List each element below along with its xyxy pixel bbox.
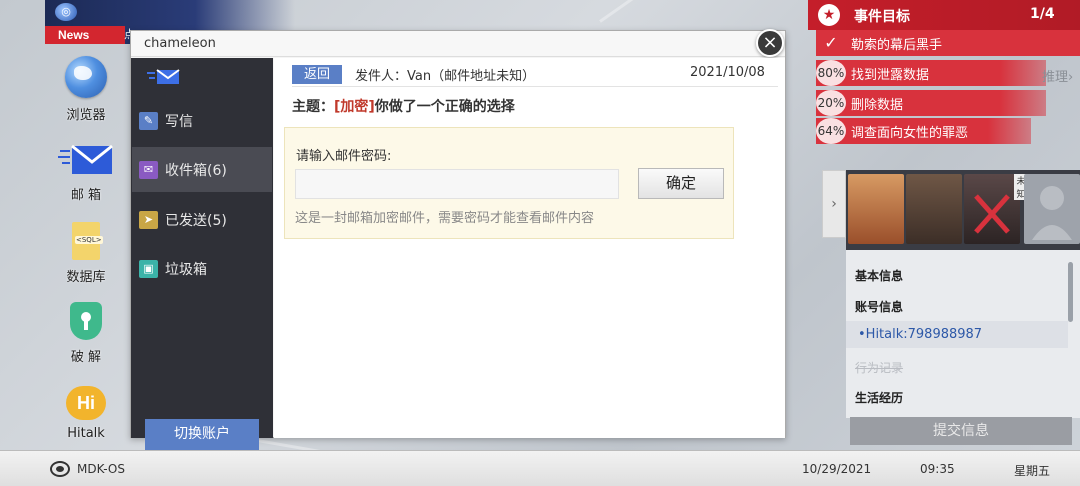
message-pane: 返回 发件人：Van（邮件地址未知） 2021/10/08 主题：[加密]你做了… <box>274 58 785 438</box>
profile-info-panel: 基本信息 账号信息 •Hitalk:798988987 行为记录 生活经历 <box>846 250 1080 418</box>
taskbar-weekday: 星期五 <box>1014 464 1051 478</box>
os-logo-icon[interactable] <box>50 461 70 477</box>
unknown-avatar-icon[interactable] <box>1024 174 1080 244</box>
password-input[interactable] <box>295 169 619 199</box>
objective-row[interactable]: 20% 删除数据 <box>816 90 1046 116</box>
taskbar: MDK-OS 10/29/2021 09:35 星期五 <box>0 450 1080 486</box>
message-sender: 发件人：Van（邮件地址未知） <box>355 69 536 84</box>
desktop-icon-hitalk[interactable]: Hi Hitalk <box>50 386 122 441</box>
objective-row[interactable]: 64% 调查面向女性的罪恶 <box>816 118 1031 144</box>
sidebar-item-sent[interactable]: ➤ 已发送(5) <box>132 197 272 242</box>
desktop-icon-label: Hitalk <box>67 426 105 441</box>
sidebar-item-label: 已发送(5) <box>165 213 227 229</box>
desktop-icon-crack[interactable]: 破 解 <box>50 302 122 365</box>
info-behavior: 行为记录 <box>855 361 904 375</box>
info-scrollbar[interactable] <box>1068 262 1073 322</box>
sidebar-item-label: 写信 <box>165 114 193 130</box>
taskbar-time: 09:35 <box>920 462 955 476</box>
sql-file-icon: <SQL> <box>72 222 103 260</box>
confirm-button[interactable]: 确定 <box>638 168 724 199</box>
switch-account-button[interactable]: 切换账户 <box>145 419 259 450</box>
message-subject: 主题：[加密]你做了一个正确的选择 <box>292 96 515 116</box>
check-icon: ✓ <box>824 33 838 52</box>
mission-panel: ★ 事件目标 1/4 ✓ 勒索的幕后黑手 80% 找到泄露数据 20% 删除数据… <box>808 0 1080 150</box>
mail-sidebar: ✎ 写信 ✉ 收件箱(6) ➤ 已发送(5) ▣ 垃圾箱 切换账户 <box>131 58 273 450</box>
desktop-icon-database[interactable]: <SQL> 数据库 <box>50 222 122 285</box>
desktop-icon-label: 邮 箱 <box>70 188 102 203</box>
mission-header: ★ 事件目标 1/4 <box>808 0 1080 30</box>
sidebar-item-inbox[interactable]: ✉ 收件箱(6) <box>132 147 272 192</box>
message-date: 2021/10/08 <box>690 65 765 80</box>
objective-progress: 20% <box>816 90 846 116</box>
star-icon: ★ <box>818 4 840 26</box>
mail-logo-icon <box>145 68 181 86</box>
window-title: chameleon <box>144 36 216 51</box>
os-name: MDK-OS <box>77 462 125 476</box>
objective-text: 调查面向女性的罪恶 <box>851 126 969 141</box>
expand-panel-button[interactable]: › <box>822 170 846 238</box>
desktop-icon-mail[interactable]: 邮 箱 <box>50 142 122 203</box>
sent-icon: ➤ <box>139 211 158 229</box>
news-label[interactable]: News <box>45 26 125 44</box>
objective-progress: 80% <box>816 60 846 86</box>
sidebar-item-label: 收件箱(6) <box>165 163 227 179</box>
subject-prefix: 主题： <box>292 99 334 115</box>
back-button[interactable]: 返回 <box>292 65 342 84</box>
mail-icon <box>56 142 116 178</box>
info-basic[interactable]: 基本信息 <box>855 267 903 284</box>
objective-text: 删除数据 <box>851 98 904 113</box>
sidebar-item-compose[interactable]: ✎ 写信 <box>132 98 272 143</box>
header-divider <box>292 86 778 87</box>
cross-mark-icon <box>974 194 1010 234</box>
desktop-icon-browser[interactable]: 浏览器 <box>50 56 122 123</box>
password-prompt: 请输入邮件密码: 确定 这是一封邮箱加密邮件，需要密码才能查看邮件内容 <box>284 127 734 239</box>
mission-title: 事件目标 <box>854 9 910 25</box>
subject-encrypted-tag: [加密] <box>334 99 375 115</box>
desktop-icon-label: 浏览器 <box>66 108 106 123</box>
objective-text: 勒索的幕后黑手 <box>851 38 943 53</box>
globe-icon <box>65 56 107 98</box>
sidebar-item-trash[interactable]: ▣ 垃圾箱 <box>132 246 272 291</box>
info-life[interactable]: 生活经历 <box>855 389 903 406</box>
submit-info-button[interactable]: 提交信息 <box>850 417 1072 445</box>
info-hitalk-account[interactable]: •Hitalk:798988987 <box>846 321 1068 348</box>
message-header: 返回 发件人：Van（邮件地址未知） 2021/10/08 主题：[加密]你做了… <box>274 58 785 120</box>
info-account[interactable]: 账号信息 <box>855 298 903 315</box>
inbox-icon: ✉ <box>139 161 158 179</box>
trash-icon: ▣ <box>139 260 158 278</box>
subject-text: 你做了一个正确的选择 <box>374 99 515 115</box>
taskbar-date: 10/29/2021 <box>802 462 872 476</box>
mail-window: chameleon × ✎ 写信 ✉ 收件箱(6) ➤ 已发送(5) ▣ 垃圾箱 <box>130 29 786 450</box>
portrait-avatar[interactable] <box>906 174 962 244</box>
objective-progress: 64% <box>816 118 846 144</box>
mission-count: 1/4 <box>1030 6 1055 22</box>
objective-text: 找到泄露数据 <box>851 68 930 83</box>
sidebar-item-label: 垃圾箱 <box>165 262 207 278</box>
password-label: 请输入邮件密码: <box>296 149 392 164</box>
portrait-avatar[interactable] <box>848 174 904 244</box>
shield-key-icon <box>70 302 102 340</box>
portrait-avatar[interactable] <box>964 174 1020 244</box>
objective-row[interactable]: ✓ 勒索的幕后黑手 <box>816 30 1080 56</box>
window-title-bar[interactable]: chameleon <box>131 31 785 57</box>
close-button[interactable]: × <box>756 29 784 57</box>
desktop-icon-label: 破 解 <box>70 350 102 365</box>
news-globe-icon: ◎ <box>55 3 77 21</box>
objective-row[interactable]: 80% 找到泄露数据 <box>816 60 1046 86</box>
hitalk-icon: Hi <box>66 386 106 420</box>
password-hint: 这是一封邮箱加密邮件，需要密码才能查看邮件内容 <box>295 211 595 226</box>
reasoning-link[interactable]: 推理› <box>1042 66 1073 85</box>
suspect-portraits: 未知 <box>846 170 1080 250</box>
compose-icon: ✎ <box>139 112 158 130</box>
desktop-icon-label: 数据库 <box>66 270 106 285</box>
